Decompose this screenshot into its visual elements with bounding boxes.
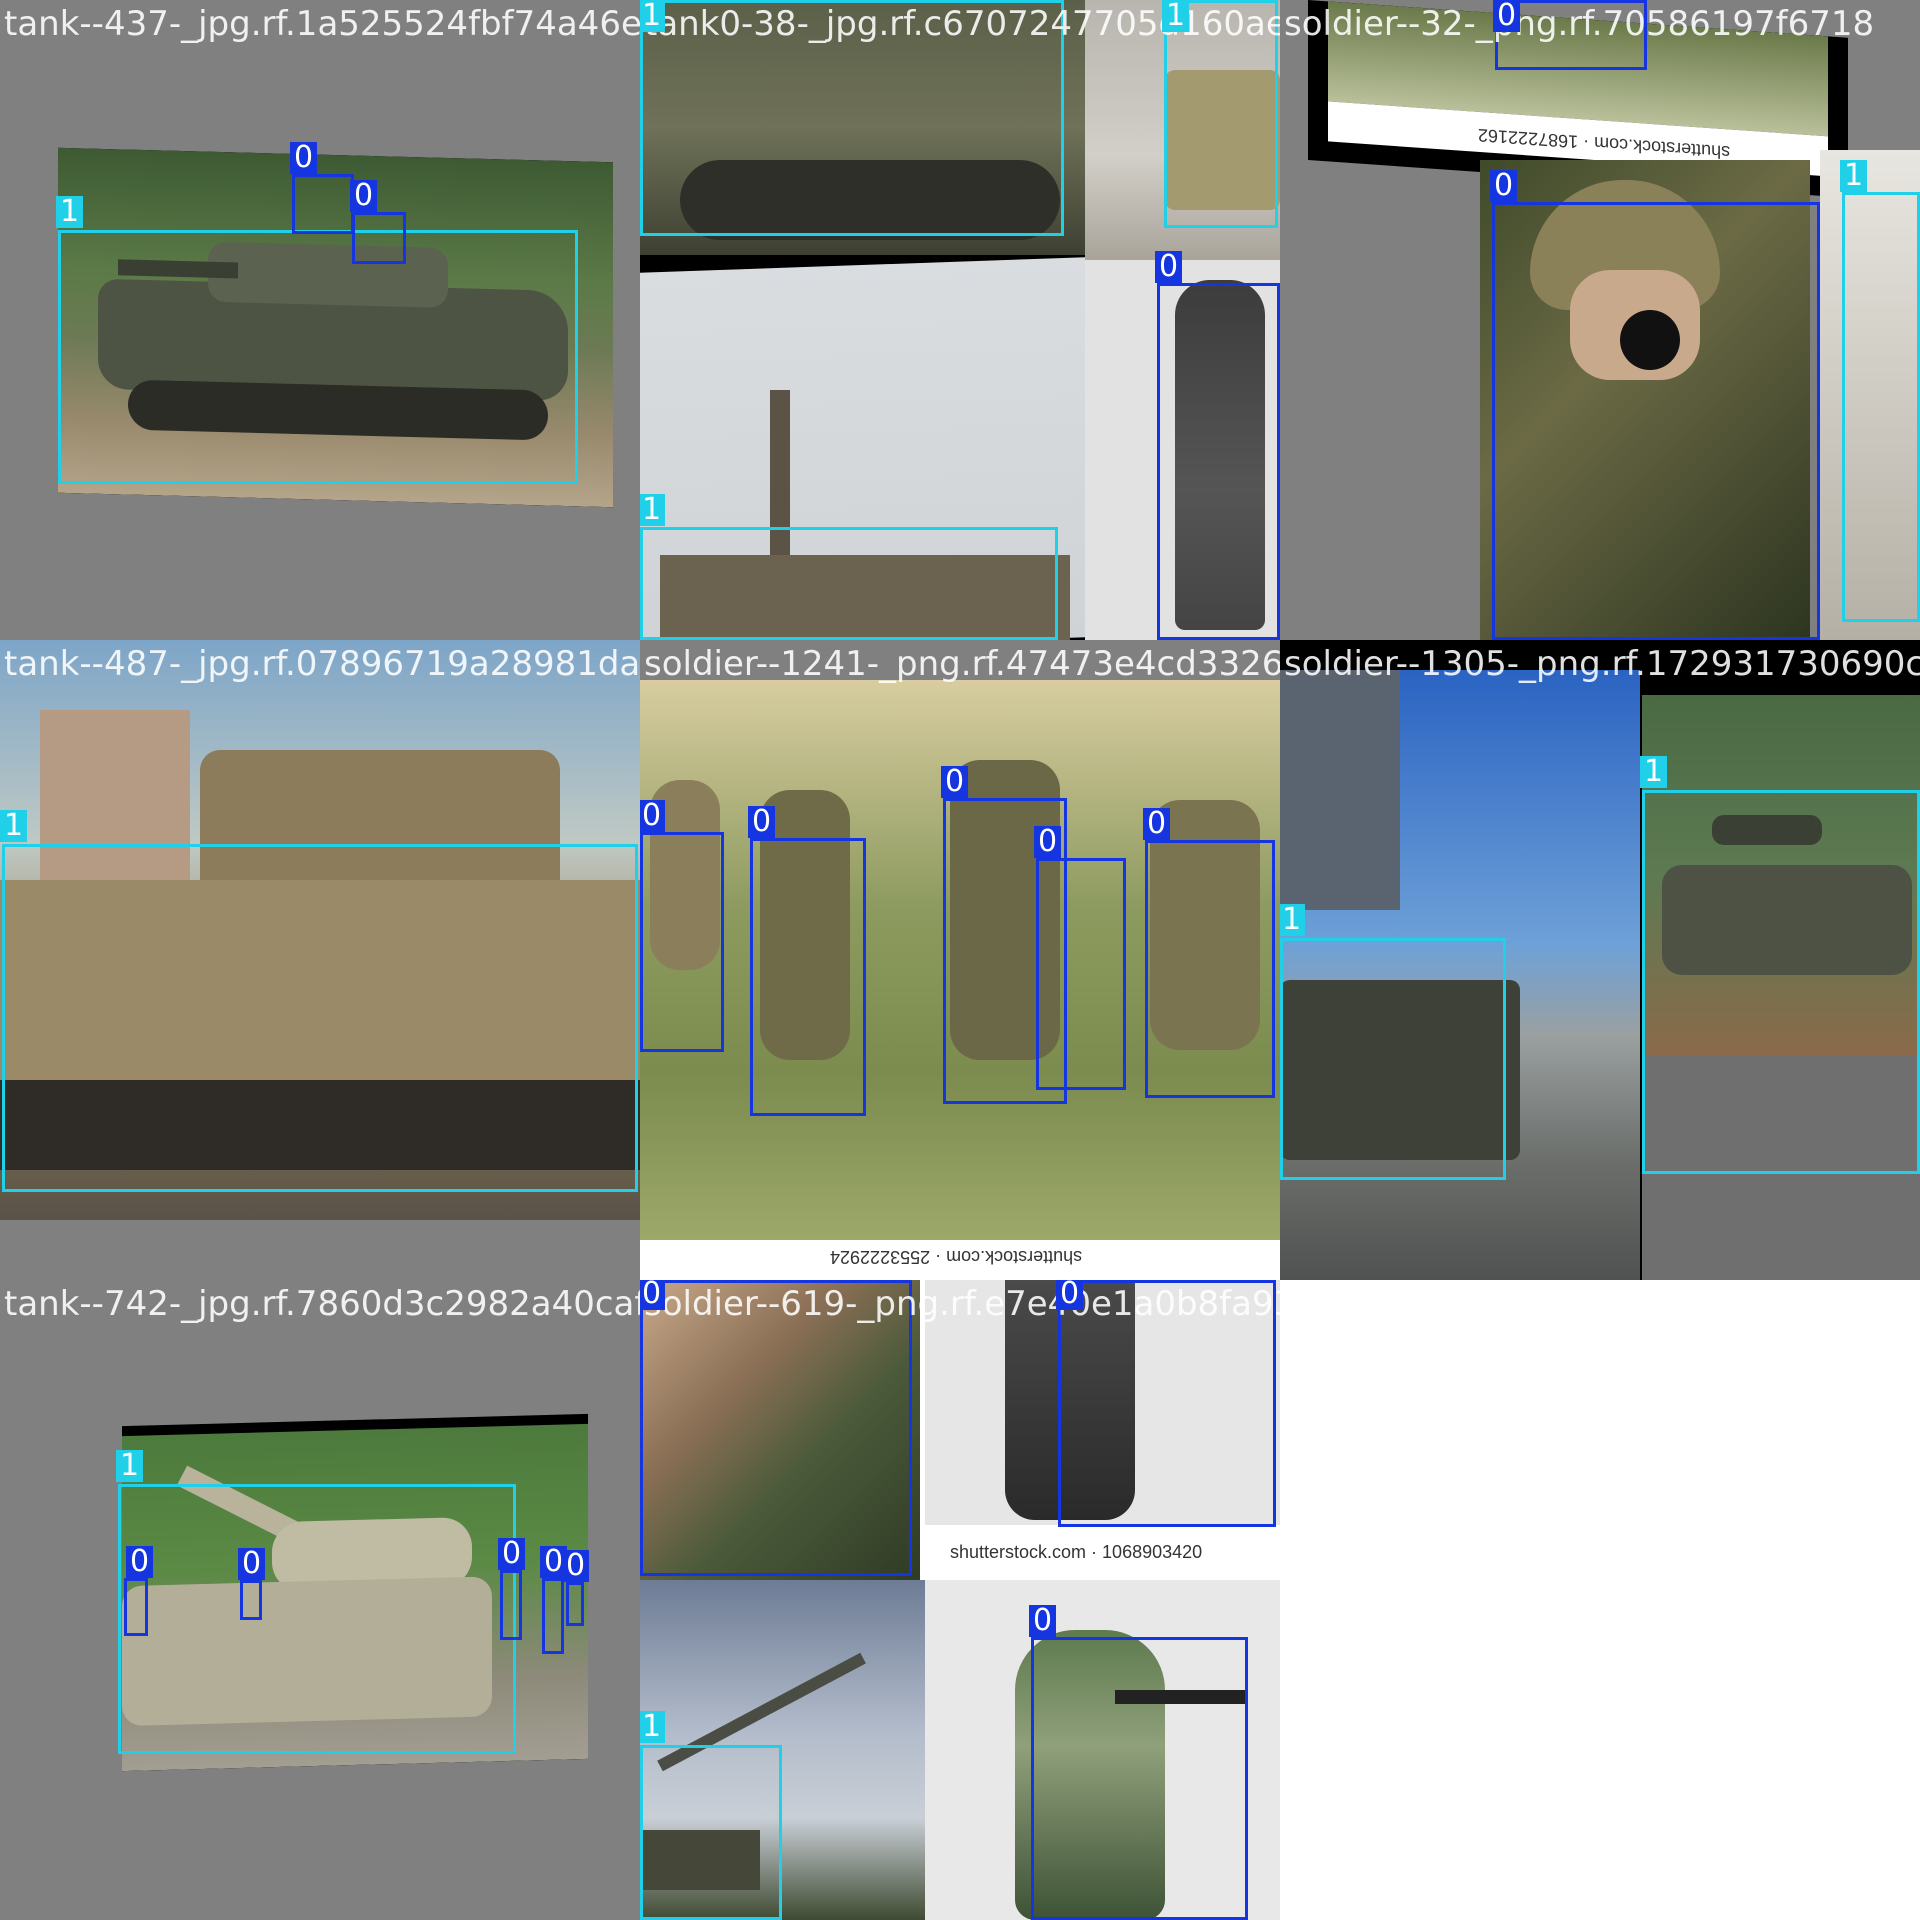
mosaic-tile-1: tank--437-_jpg.rf.1a525524fbf74a46e0a5e …: [0, 0, 640, 640]
tank-class-label: 1: [56, 196, 84, 228]
tile-filename: soldier--619-_png.rf.e7e40e1a0b8fa938fa: [644, 1284, 1280, 1324]
tank-class-label: 1: [1840, 160, 1868, 192]
soldier-class-label: 0: [1056, 1280, 1084, 1310]
soldier-bbox: [1492, 202, 1820, 640]
soldier-class-label: 0: [1155, 251, 1183, 283]
soldier-class-label: 0: [562, 1550, 590, 1582]
tank-class-label: 1: [0, 810, 28, 842]
tank-class-label: 1: [640, 0, 666, 32]
soldier-class-label: 0: [126, 1546, 154, 1578]
soldier-class-label: 0: [640, 1280, 666, 1310]
soldier-class-label: 0: [748, 806, 776, 838]
soldier-bbox: [1157, 283, 1280, 640]
soldier-class-label: 0: [1029, 1605, 1057, 1637]
mosaic-tile-4: 1 tank--487-_jpg.rf.07896719a28981da3c79…: [0, 640, 640, 1280]
tank-class-label: 1: [640, 494, 666, 526]
tank-bbox: [2, 844, 638, 1192]
tank-class-label: 1: [116, 1450, 144, 1482]
tile-filename: tank--487-_jpg.rf.07896719a28981da3c79b3: [4, 644, 640, 684]
soldier-bbox: [566, 1582, 584, 1626]
mosaic-tile-2: 1 1 1 0 tank0-38-_jpg.rf.c6707247705d160…: [640, 0, 1280, 640]
soldier-class-label: 0: [238, 1548, 266, 1580]
mosaic-tile-7: 1 0 0 0 0 0 tank--742-_jpg.rf.7860d3c298…: [0, 1280, 640, 1920]
tank-bbox: [58, 230, 578, 484]
soldier-class-label: 0: [1143, 808, 1171, 840]
soldier-class-label: 0: [1034, 826, 1062, 858]
soldier-class-label: 0: [941, 766, 969, 798]
soldier-class-label: 0: [1490, 170, 1518, 202]
soldier-class-label: 0: [640, 800, 666, 832]
tank-bbox: [118, 1484, 516, 1754]
tank-bbox: [1280, 938, 1506, 1180]
building: [1280, 670, 1400, 910]
soldier-class-label: 0: [498, 1538, 526, 1570]
tank-bbox: [1842, 192, 1920, 622]
soldier-bbox: [240, 1580, 262, 1620]
tank-class-label: 1: [640, 1711, 666, 1743]
soldier-bbox: [1036, 858, 1126, 1090]
watermark-text: shutterstock.com · 2553222924: [830, 1247, 1083, 1267]
soldier-bbox: [1145, 840, 1275, 1098]
soldier-class-label: 0: [1493, 0, 1521, 32]
soldier-bbox: [292, 174, 354, 234]
tile-filename: soldier--1241-_png.rf.47473e4cd33268d1f: [644, 644, 1280, 684]
mosaic-tile-3: shutterstock.com · 1687222162 0 0 1 sold…: [1280, 0, 1920, 640]
soldier-bbox: [500, 1570, 522, 1640]
mosaic-tile-8: shutterstock.com · 1068903420 0 0 1 0 so…: [640, 1280, 1280, 1920]
tile-filename: soldier--32-_png.rf.70586197f6718: [1284, 4, 1875, 44]
mosaic-tile-5: shutterstock.com · 2553222924 0 0 0 0 0 …: [640, 640, 1280, 1280]
tile-filename: soldier--1305-_png.rf.172931730690c4: [1284, 644, 1920, 684]
tank-class-label: 1: [1162, 0, 1190, 32]
mosaic-empty-area: [1280, 1280, 1920, 1920]
tank-bbox: [1642, 790, 1920, 1174]
tank-class-label: 1: [1640, 756, 1668, 788]
mosaic-tile-6: 1 1 soldier--1305-_png.rf.172931730690c4: [1280, 640, 1920, 1280]
soldier-bbox: [750, 838, 866, 1116]
soldier-bbox: [1031, 1637, 1248, 1920]
tank-bbox: [640, 527, 1058, 640]
tile-filename: tank--742-_jpg.rf.7860d3c2982a40caf3b4e: [4, 1284, 640, 1324]
watermark-text: shutterstock.com · 1068903420: [950, 1542, 1203, 1562]
soldier-bbox: [352, 212, 406, 264]
soldier-bbox: [640, 832, 724, 1052]
tank-bbox: [640, 1745, 782, 1920]
soldier-bbox: [124, 1578, 148, 1636]
tank-class-label: 1: [1280, 904, 1306, 936]
soldier-bbox: [542, 1578, 564, 1654]
soldier-bbox: [640, 1280, 912, 1576]
soldier-class-label: 0: [290, 142, 318, 174]
soldier-class-label: 0: [350, 180, 378, 212]
tile-filename: tank--437-_jpg.rf.1a525524fbf74a46e0a5e: [4, 4, 640, 44]
